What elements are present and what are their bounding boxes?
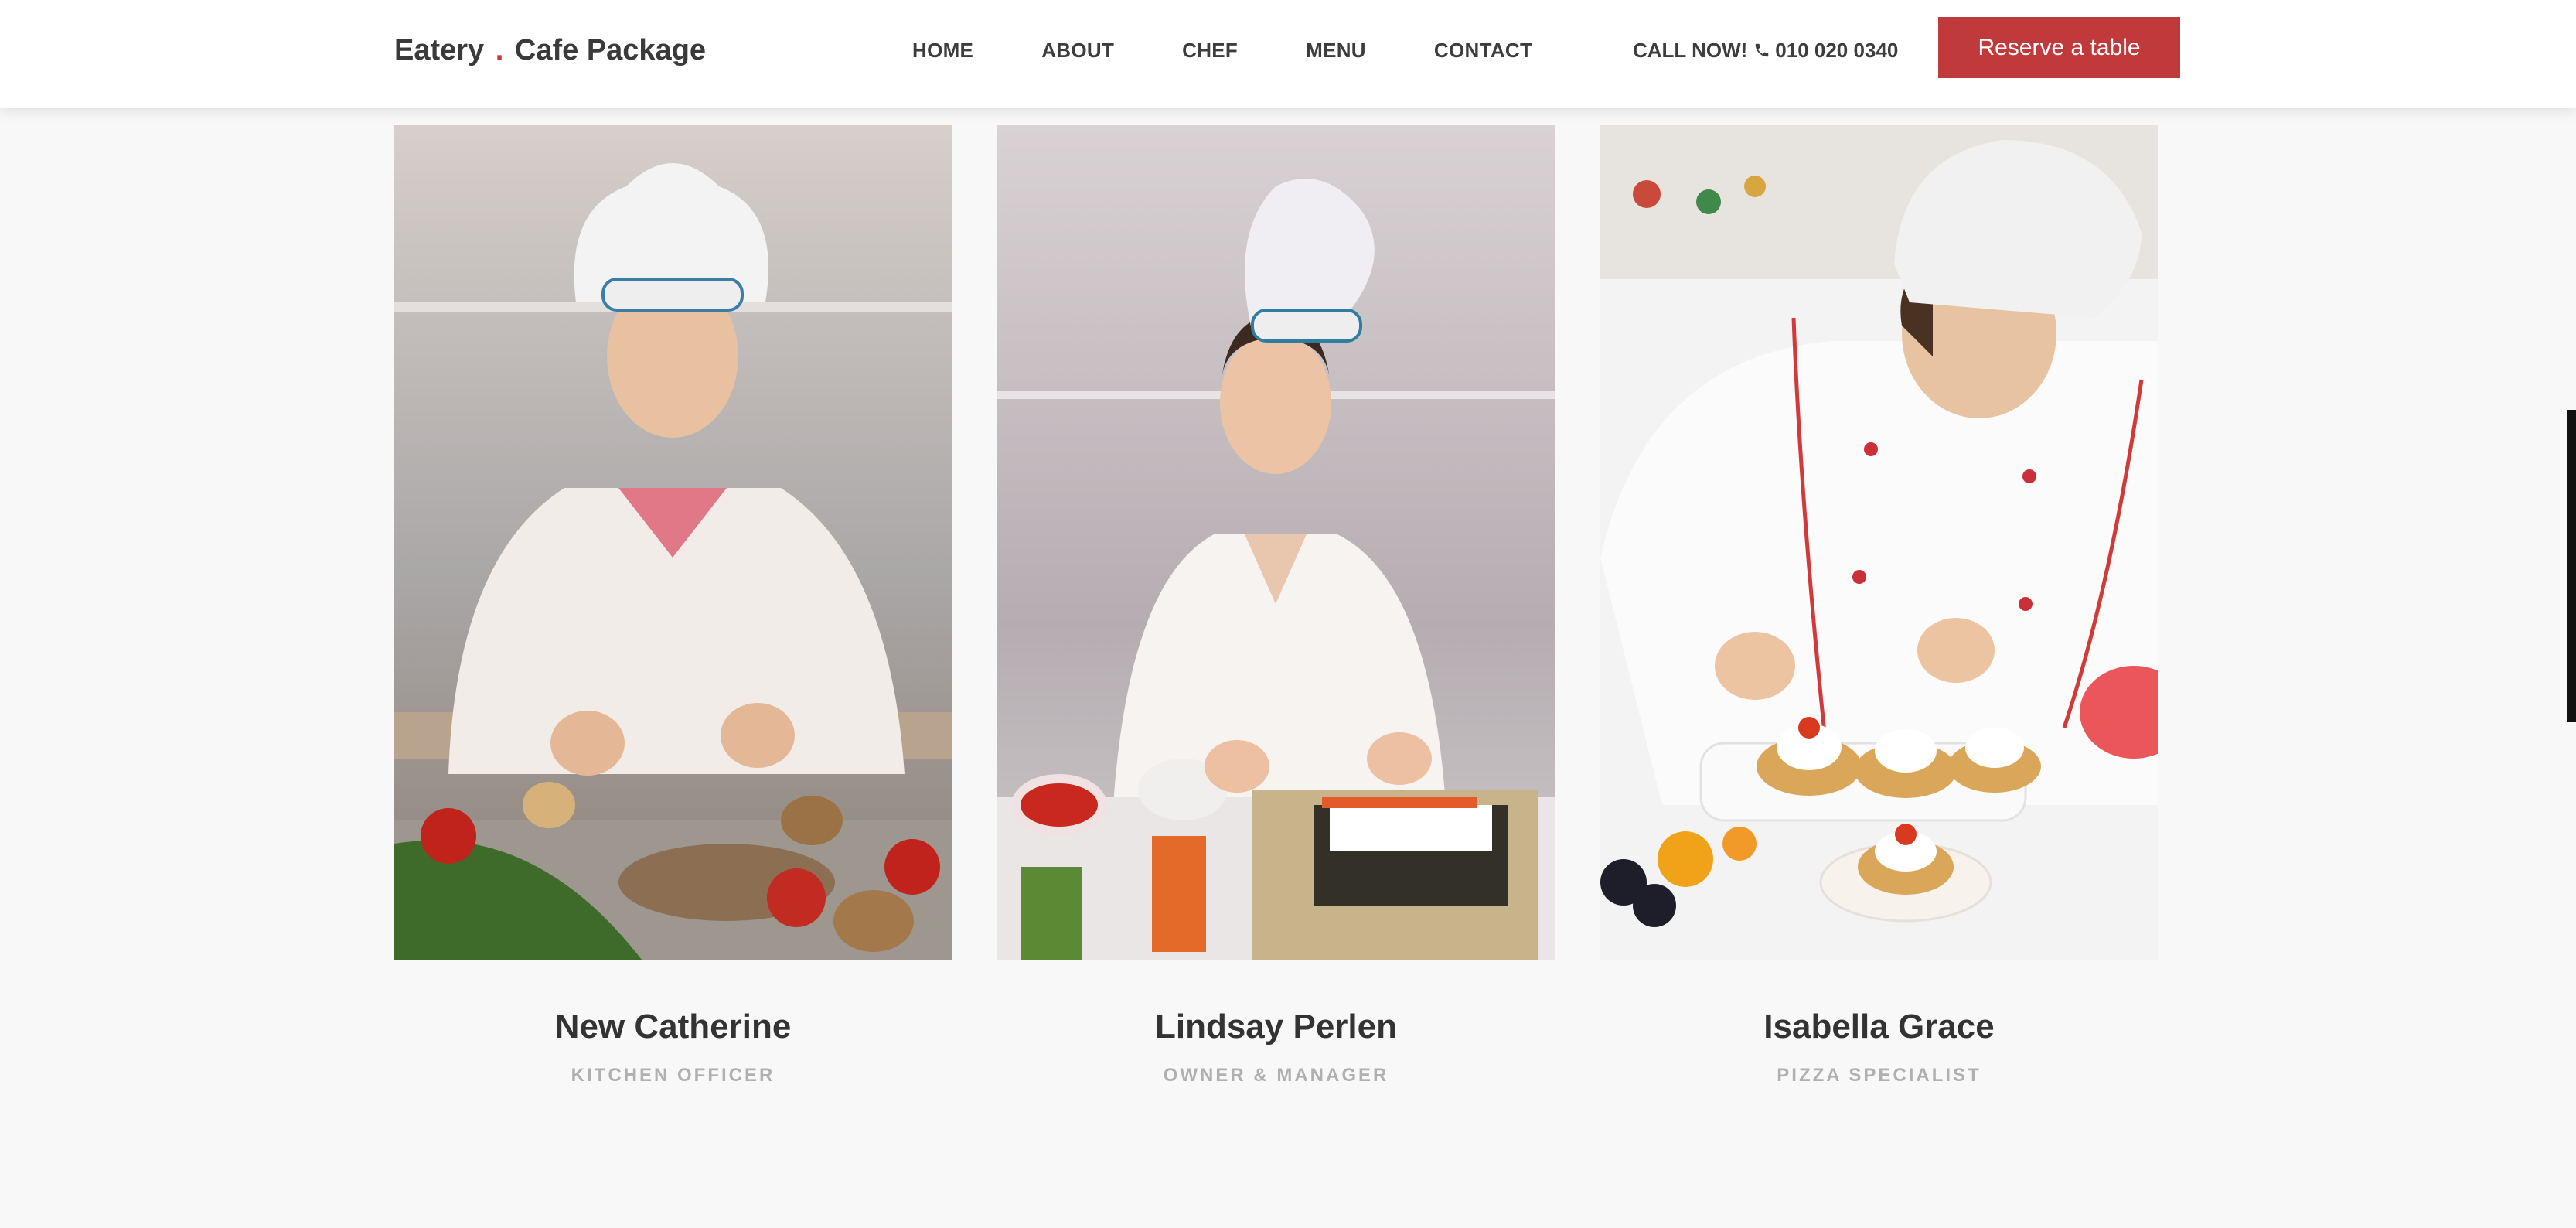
chef-role: PIZZA SPECIALIST <box>1777 1065 1981 1086</box>
site-header: Eatery . Cafe Package HOME ABOUT CHEF ME… <box>0 0 2576 108</box>
phone-number: 010 020 0340 <box>1775 39 1899 62</box>
chef-photo <box>997 125 1555 960</box>
call-now[interactable]: CALL NOW! 010 020 0340 <box>1633 34 1898 67</box>
reserve-table-button[interactable]: Reserve a table <box>1938 17 2180 78</box>
nav-contact[interactable]: CONTACT <box>1434 39 1532 63</box>
main-nav: HOME ABOUT CHEF MENU CONTACT <box>912 34 1532 67</box>
brand-name-part1: Eatery <box>394 34 485 67</box>
chef-photo <box>394 125 952 960</box>
brand-logo[interactable]: Eatery . Cafe Package <box>394 31 706 70</box>
nav-about[interactable]: ABOUT <box>1041 39 1114 63</box>
chef-card: New Catherine KITCHEN OFFICER <box>394 125 952 1086</box>
nav-home[interactable]: HOME <box>912 39 973 63</box>
chef-name: Isabella Grace <box>1763 1008 1995 1046</box>
nav-menu[interactable]: MENU <box>1306 39 1366 63</box>
chef-card: Lindsay Perlen OWNER & MANAGER <box>997 125 1555 1086</box>
chef-card: Isabella Grace PIZZA SPECIALIST <box>1600 125 2158 1086</box>
call-now-label: CALL NOW! <box>1633 39 1748 62</box>
brand-name-part2: Cafe Package <box>514 34 707 67</box>
chef-name: Lindsay Perlen <box>1154 1008 1397 1046</box>
chef-role: OWNER & MANAGER <box>1163 1065 1389 1086</box>
chef-role: KITCHEN OFFICER <box>571 1065 775 1086</box>
chef-name: New Catherine <box>554 1008 792 1046</box>
phone-icon <box>1756 43 1769 57</box>
chef-photo <box>1600 125 2158 960</box>
scrollbar-thumb[interactable] <box>2567 410 2576 722</box>
brand-dot: . <box>495 34 504 67</box>
nav-chef[interactable]: CHEF <box>1182 39 1238 63</box>
